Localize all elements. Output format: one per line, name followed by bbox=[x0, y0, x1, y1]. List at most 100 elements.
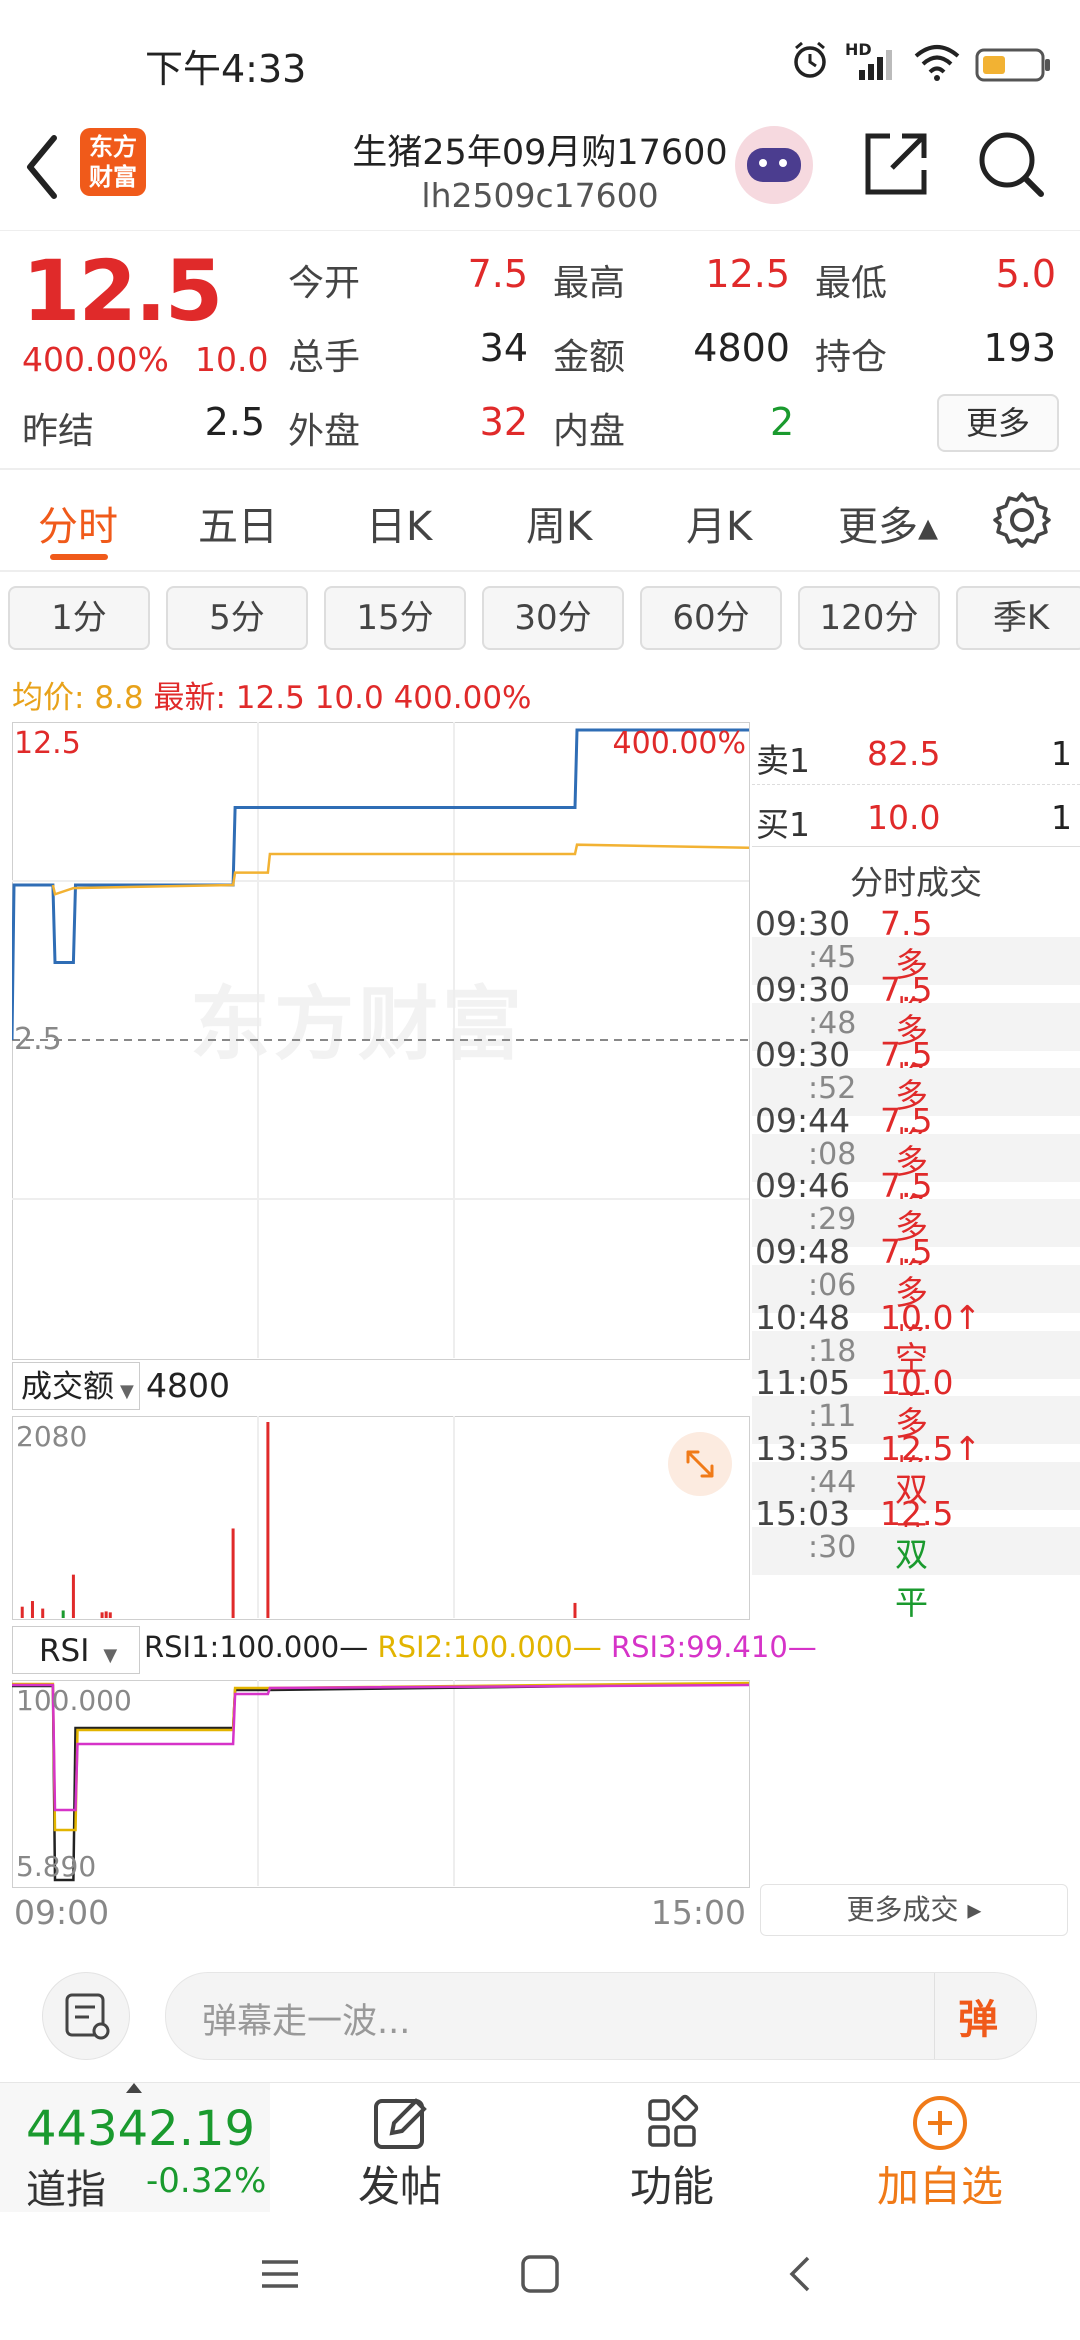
rsi1-legend: RSI1:100.000 bbox=[144, 1630, 340, 1664]
trade-time: 10:48 bbox=[755, 1297, 851, 1337]
tab-intraday[interactable]: 分时 bbox=[38, 494, 118, 552]
interval-120min[interactable]: 120分 bbox=[798, 586, 940, 650]
volume-bar bbox=[61, 1610, 65, 1618]
trade-time: 13:35 bbox=[755, 1428, 851, 1468]
volume-bar bbox=[30, 1601, 34, 1618]
volume-bar bbox=[573, 1602, 577, 1618]
high-label: 最高 bbox=[553, 263, 626, 304]
volume-total: 4800 bbox=[146, 1366, 230, 1405]
comment-list-icon[interactable] bbox=[42, 1972, 130, 2060]
high-value: 12.5 bbox=[705, 252, 790, 296]
dropdown-icon: ▼ bbox=[103, 1645, 118, 1666]
trade-time: 09:48 bbox=[755, 1232, 851, 1271]
back-nav-icon[interactable] bbox=[780, 2252, 824, 2296]
expand-chart-icon[interactable] bbox=[668, 1432, 732, 1496]
interval-quarter-k[interactable]: 季K bbox=[956, 586, 1080, 650]
tab-five-day[interactable]: 五日 bbox=[198, 494, 278, 552]
alarm-icon bbox=[794, 41, 826, 78]
add-watchlist-button[interactable]: 加自选 bbox=[860, 2093, 1020, 2213]
avg-value: 8.8 bbox=[94, 680, 144, 716]
latest-value: 12.5 bbox=[235, 680, 305, 716]
ask-price: 82.5 bbox=[867, 734, 941, 773]
trade-time: 11:05 bbox=[755, 1363, 851, 1403]
open-label: 今开 bbox=[288, 263, 361, 304]
post-label: 发帖 bbox=[357, 2162, 442, 2211]
interval-1min[interactable]: 1分 bbox=[8, 586, 150, 650]
wifi-icon bbox=[914, 45, 960, 81]
volume-bar bbox=[41, 1608, 45, 1618]
ask-label: 卖1 bbox=[756, 741, 810, 780]
tab-monthly-k[interactable]: 月K bbox=[686, 494, 752, 552]
index-value: 44342.19 bbox=[26, 2101, 256, 2157]
contract-code: lh2509c17600 bbox=[421, 176, 659, 215]
danmu-button[interactable]: 弹 bbox=[958, 1987, 998, 2045]
period-tabs: 分时 五日 日K 周K 月K 更多▴ bbox=[0, 470, 1080, 572]
bid-volume: 1 bbox=[1051, 798, 1072, 837]
status-time: 下午4:33 bbox=[145, 47, 307, 91]
index-name: 道指 bbox=[26, 2167, 106, 2213]
time-end-label: 15:00 bbox=[650, 1893, 746, 1932]
interval-5min[interactable]: 5分 bbox=[166, 586, 308, 650]
low-label: 最低 bbox=[815, 263, 888, 304]
tab-weekly-k[interactable]: 周K bbox=[526, 494, 592, 552]
trades-title: 分时成交 bbox=[850, 863, 982, 902]
latest-pct: 400.00% bbox=[393, 680, 532, 716]
price-chart[interactable] bbox=[12, 722, 749, 1358]
volume-bar bbox=[231, 1528, 235, 1618]
interval-30min[interactable]: 30分 bbox=[482, 586, 624, 650]
outer-value: 32 bbox=[479, 400, 528, 444]
assistant-avatar[interactable] bbox=[735, 126, 813, 204]
ask-row: 卖1 82.5 1 bbox=[752, 724, 1080, 785]
inner-label: 内盘 bbox=[553, 411, 626, 452]
change-percent: 400.00% bbox=[22, 340, 169, 379]
outer-label: 外盘 bbox=[288, 411, 361, 452]
rsi3-legend: RSI3:99.410 bbox=[610, 1630, 788, 1664]
change-value: 10.0 bbox=[195, 340, 269, 379]
price-line bbox=[12, 728, 749, 1041]
interval-60min[interactable]: 60分 bbox=[640, 586, 782, 650]
index-ticker[interactable]: 44342.19 道指 -0.32% bbox=[0, 2083, 270, 2213]
prev-settle-label: 昨结 bbox=[22, 411, 95, 452]
add-circle-icon bbox=[913, 2096, 967, 2150]
volume-bar bbox=[20, 1606, 24, 1618]
danmu-input[interactable]: 弹幕走一波... 弹 bbox=[165, 1972, 1037, 2060]
rsi-selector[interactable]: RSI ▼ bbox=[12, 1626, 140, 1674]
expand-up-icon bbox=[126, 2083, 142, 2093]
more-quote-button[interactable]: 更多 bbox=[937, 394, 1059, 452]
volume-selector[interactable]: 成交额 ▼ bbox=[12, 1362, 140, 1410]
trade-type: 双平 bbox=[895, 1535, 928, 1623]
post-button[interactable]: 发帖 bbox=[330, 2093, 470, 2213]
search-icon[interactable] bbox=[975, 128, 1047, 200]
volume-bar bbox=[266, 1422, 270, 1618]
inner-value: 2 bbox=[770, 400, 795, 444]
home-icon[interactable] bbox=[518, 2252, 562, 2296]
tab-more[interactable]: 更多▴ bbox=[838, 494, 938, 552]
latest-label: 最新: bbox=[153, 680, 226, 716]
more-trades-button[interactable]: 更多成交 ▸ bbox=[760, 1884, 1068, 1936]
comment-bar: 弹幕走一波... 弹 bbox=[0, 1950, 1080, 2080]
position-value: 193 bbox=[983, 326, 1056, 370]
bid-price: 10.0 bbox=[867, 798, 941, 837]
rsi-selector-label: RSI bbox=[39, 1633, 90, 1669]
header: 东方 财富 生猪25年09月购17600 lh2509c17600 bbox=[0, 120, 1080, 231]
functions-button[interactable]: 功能 bbox=[602, 2093, 742, 2213]
logo-line2: 财富 bbox=[89, 163, 137, 191]
interval-15min[interactable]: 15分 bbox=[324, 586, 466, 650]
rsi2-legend: RSI2:100.000 bbox=[377, 1630, 573, 1664]
interval-tabs: 1分 5分 15分 30分 60分 120分 季K bbox=[0, 572, 1080, 662]
last-price: 12.5 bbox=[22, 242, 223, 340]
tab-daily-k[interactable]: 日K bbox=[366, 494, 432, 552]
volume-bar bbox=[108, 1612, 112, 1618]
avg-label: 均价: bbox=[12, 680, 85, 716]
low-value: 5.0 bbox=[995, 252, 1056, 296]
trade-time: 09:30 bbox=[755, 969, 851, 1009]
menu-icon[interactable] bbox=[258, 2252, 302, 2296]
back-icon[interactable] bbox=[20, 132, 64, 202]
rsi-bottom-label: 5.890 bbox=[16, 1850, 97, 1883]
share-icon[interactable] bbox=[862, 128, 930, 198]
add-watchlist-label: 加自选 bbox=[876, 2162, 1003, 2211]
settings-gear-icon[interactable] bbox=[992, 490, 1052, 550]
bid-label: 买1 bbox=[756, 805, 810, 844]
volume-chart bbox=[20, 1416, 577, 1618]
functions-label: 功能 bbox=[629, 2162, 714, 2211]
